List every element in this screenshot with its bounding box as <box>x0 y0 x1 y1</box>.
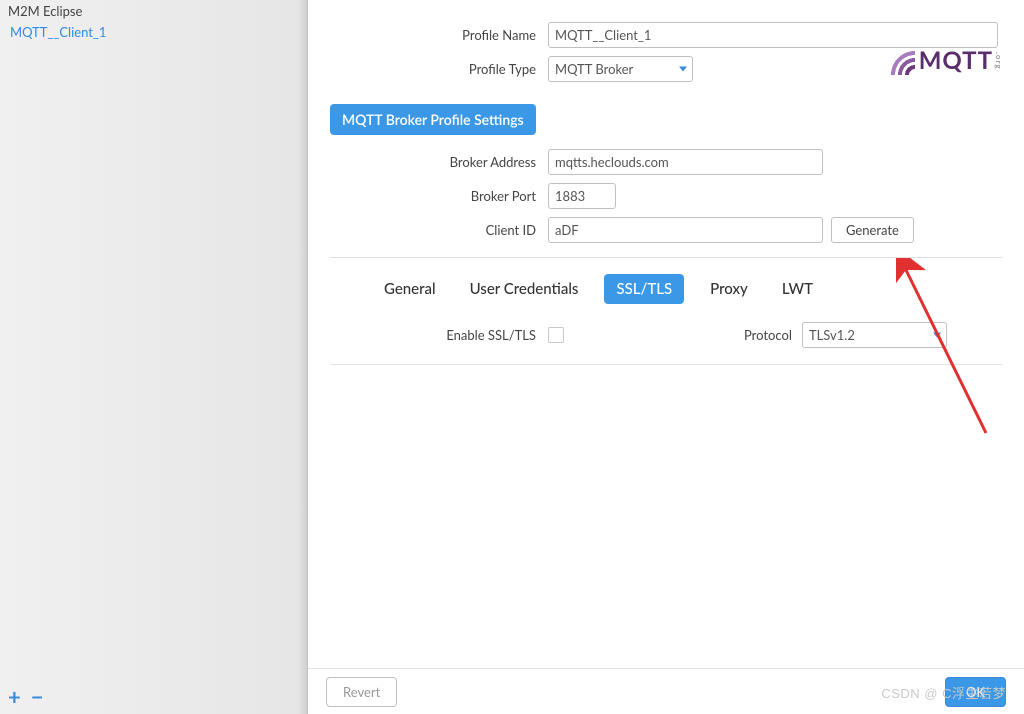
tab-ssl-tls[interactable]: SSL/TLS <box>604 274 684 304</box>
mqtt-logo-icon <box>887 47 915 75</box>
row-ssl-settings: Enable SSL/TLS Protocol TLSv1.2 <box>308 322 1024 348</box>
sidebar-footer: + − <box>8 683 44 710</box>
sidebar-header: M2M Eclipse <box>0 0 307 22</box>
add-profile-icon[interactable]: + <box>8 683 21 710</box>
divider-after-ssl <box>330 364 1002 365</box>
select-profile-type[interactable]: MQTT Broker <box>548 56 693 82</box>
watermark-text: CSDN @ C浮生若梦 <box>881 683 1006 702</box>
main-panel: Profile Name Profile Type MQTT Broker MQ… <box>308 0 1024 714</box>
label-profile-name: Profile Name <box>308 27 548 43</box>
dropdown-caret-icon <box>679 67 687 72</box>
label-enable-ssl: Enable SSL/TLS <box>308 327 548 343</box>
revert-button[interactable]: Revert <box>326 677 397 707</box>
input-client-id[interactable] <box>548 217 823 243</box>
label-broker-address: Broker Address <box>308 154 548 170</box>
section-title-broker-settings: MQTT Broker Profile Settings <box>330 104 536 135</box>
sidebar-item-client1[interactable]: MQTT__Client_1 <box>0 22 307 44</box>
input-profile-name[interactable] <box>548 22 998 48</box>
select-protocol[interactable]: TLSv1.2 <box>802 322 947 348</box>
mqtt-logo-text: MQTT <box>919 46 993 75</box>
label-client-id: Client ID <box>308 222 548 238</box>
tab-proxy[interactable]: Proxy <box>702 275 756 303</box>
label-profile-type: Profile Type <box>308 61 548 77</box>
remove-profile-icon[interactable]: − <box>31 683 44 710</box>
input-broker-port[interactable] <box>548 183 616 209</box>
mqtt-logo: MQTT .org <box>887 46 1004 75</box>
divider-before-tabs <box>330 257 1002 258</box>
tabs: General User Credentials SSL/TLS Proxy L… <box>308 268 1024 312</box>
checkbox-enable-ssl[interactable] <box>548 327 564 343</box>
tab-general[interactable]: General <box>376 275 444 303</box>
dropdown-caret-icon <box>933 333 941 338</box>
generate-button[interactable]: Generate <box>831 217 914 243</box>
tab-user-credentials[interactable]: User Credentials <box>462 275 587 303</box>
row-broker-address: Broker Address <box>308 145 1024 179</box>
row-client-id: Client ID Generate <box>308 213 1024 247</box>
mqtt-logo-suffix: .org <box>994 52 1004 70</box>
tab-lwt[interactable]: LWT <box>774 275 821 303</box>
select-protocol-value: TLSv1.2 <box>802 322 947 348</box>
row-broker-port: Broker Port <box>308 179 1024 213</box>
label-broker-port: Broker Port <box>308 188 548 204</box>
input-broker-address[interactable] <box>548 149 823 175</box>
sidebar: M2M Eclipse MQTT__Client_1 + − <box>0 0 308 714</box>
select-profile-type-value: MQTT Broker <box>548 56 693 82</box>
label-protocol: Protocol <box>744 327 792 343</box>
